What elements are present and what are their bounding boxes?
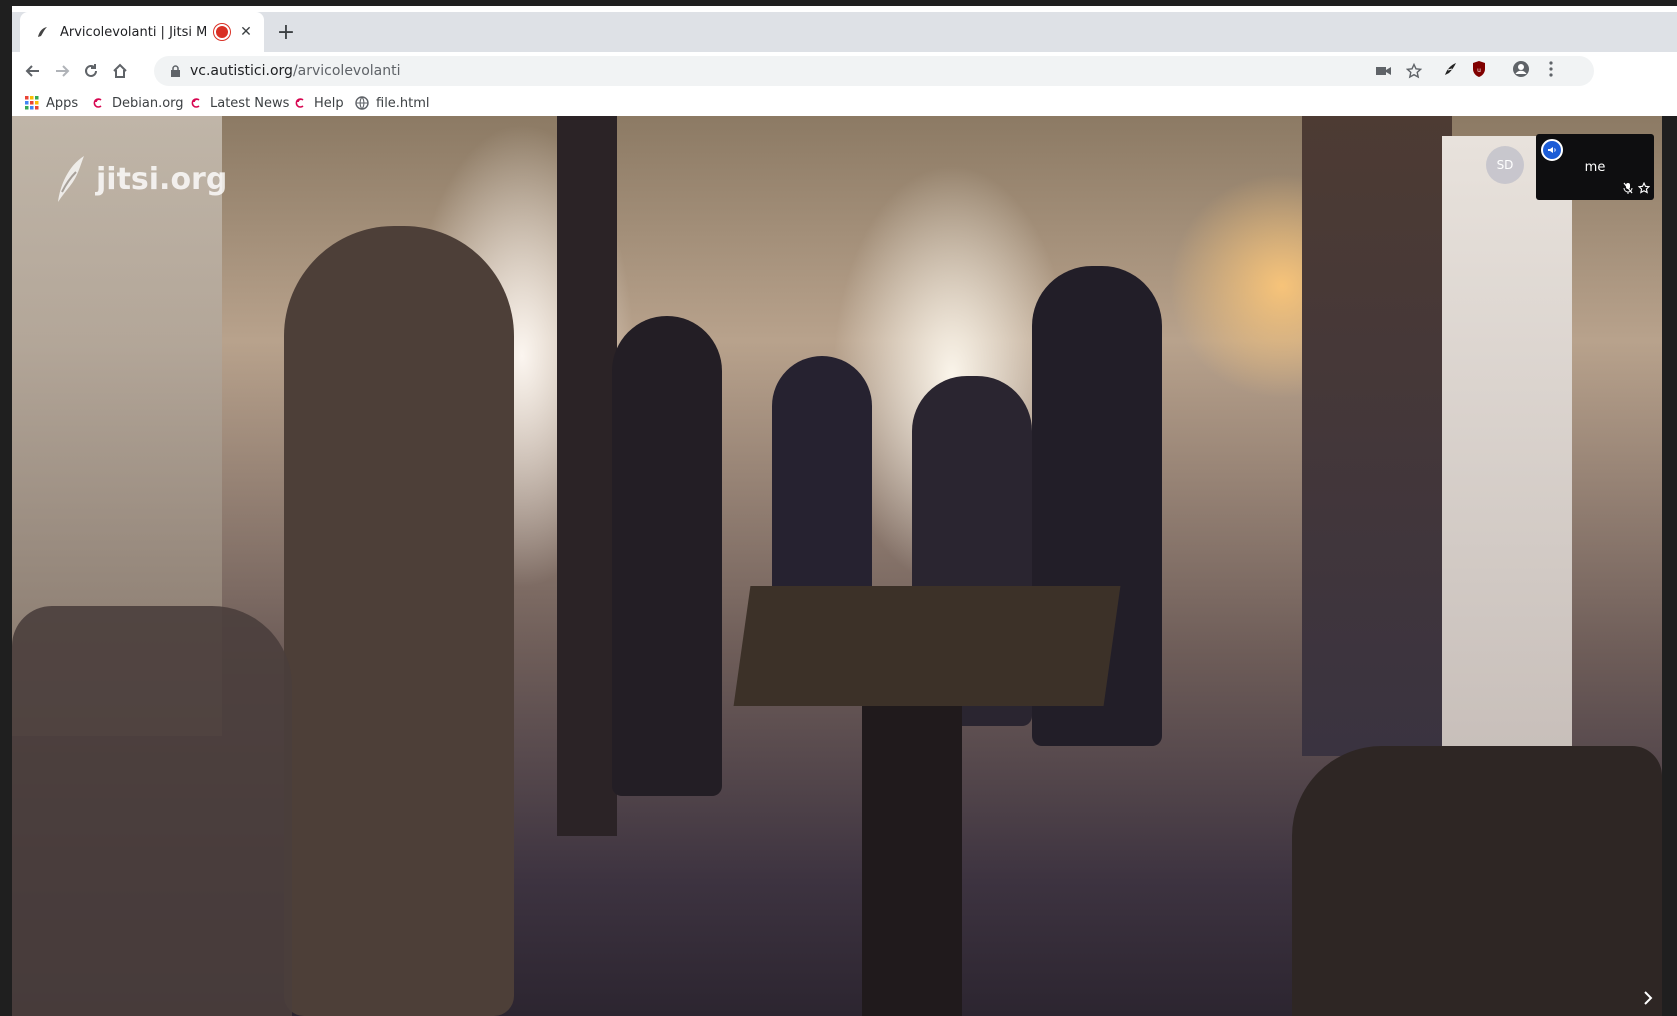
bookmark-debian-org[interactable]: Debian.org (90, 92, 184, 114)
bookmark-latest-news[interactable]: Latest News (188, 92, 289, 114)
curtain-shape (1302, 116, 1452, 756)
bookmark-label: Apps (46, 95, 79, 111)
jitsi-bird-icon (58, 156, 84, 202)
tab-title: Arvicolevolanti | Jitsi Mee (60, 24, 206, 40)
url-host: vc.autistici.org (190, 63, 293, 79)
home-button[interactable] (109, 60, 131, 82)
reload-button[interactable] (80, 60, 102, 82)
debian-icon (90, 95, 106, 111)
apps-grid-icon (24, 95, 40, 111)
bookmark-help[interactable]: Help (292, 92, 344, 114)
back-arrow-icon (25, 65, 39, 77)
browser-toolbar: vc.autistici.org/arvicolevolanti (12, 52, 1677, 90)
address-bar[interactable]: vc.autistici.org/arvicolevolanti (154, 56, 1594, 86)
moderator-star-icon (1638, 182, 1650, 194)
camera-in-use-icon[interactable] (1376, 63, 1392, 79)
bookmark-label: file.html (376, 95, 430, 111)
debian-icon (188, 95, 204, 111)
bookmark-label: Help (314, 95, 344, 111)
extension-feather-icon[interactable] (1441, 60, 1459, 78)
browser-tab-active[interactable]: Arvicolevolanti | Jitsi Mee ✕ (20, 12, 264, 52)
forward-button[interactable] (51, 60, 73, 82)
chevron-right-icon (1644, 991, 1653, 1005)
close-tab-icon[interactable]: ✕ (238, 24, 254, 40)
person-left-shape (284, 226, 514, 1016)
jitsi-watermark-text: jitsi.org (96, 161, 228, 197)
account-avatar-icon[interactable] (1512, 60, 1530, 78)
dominant-speaker-badge-icon (1541, 139, 1563, 161)
bookmark-label: Debian.org (112, 95, 184, 111)
back-button[interactable] (22, 60, 44, 82)
lock-icon (168, 64, 182, 78)
avatar-initials: SD (1496, 158, 1514, 172)
bookmark-label: Latest News (210, 95, 290, 111)
table-shape (733, 586, 1121, 706)
tab-strip: Arvicolevolanti | Jitsi Mee ✕ + (12, 12, 1677, 52)
home-icon (113, 63, 127, 78)
jitsi-favicon-icon (34, 24, 50, 40)
address-url: vc.autistici.org/arvicolevolanti (190, 63, 401, 79)
filmstrip-toggle-button[interactable] (1640, 990, 1656, 1006)
new-tab-button[interactable]: + (274, 20, 298, 45)
muted-microphone-icon (1622, 182, 1634, 194)
globe-icon (354, 95, 370, 111)
remote-participant-avatar[interactable]: SD (1486, 146, 1524, 184)
local-video-thumbnail[interactable]: me (1536, 134, 1654, 200)
table-leg-shape (862, 706, 962, 1016)
local-display-name: me (1584, 160, 1606, 175)
bookmark-apps[interactable]: Apps (24, 92, 78, 114)
browser-chrome: Arvicolevolanti | Jitsi Mee ✕ + vc.autis… (12, 6, 1677, 116)
bookmark-file-html[interactable]: file.html (354, 92, 430, 114)
debian-icon (292, 95, 308, 111)
jitsi-watermark[interactable]: jitsi.org (48, 152, 227, 206)
forward-arrow-icon (56, 65, 70, 77)
armchair-shape (12, 606, 292, 1016)
url-path: /arvicolevolanti (292, 63, 401, 79)
white-wall-shape (1442, 136, 1572, 786)
sofa-shape (1292, 746, 1662, 1016)
ublock-shield-icon[interactable]: u (1470, 60, 1488, 78)
reload-icon (85, 64, 97, 77)
bookmark-star-icon[interactable] (1406, 63, 1422, 79)
browser-menu-kebab-icon[interactable] (1542, 60, 1560, 78)
remote-video-stage[interactable]: jitsi.org SD me (12, 116, 1662, 1016)
pillar-shape (557, 116, 617, 836)
bookmarks-bar: Apps Debian.org Latest News Help file.ht… (12, 90, 1677, 116)
recording-indicator-icon (214, 24, 230, 40)
person-shape (612, 316, 722, 796)
svg-text:u: u (1477, 67, 1481, 74)
